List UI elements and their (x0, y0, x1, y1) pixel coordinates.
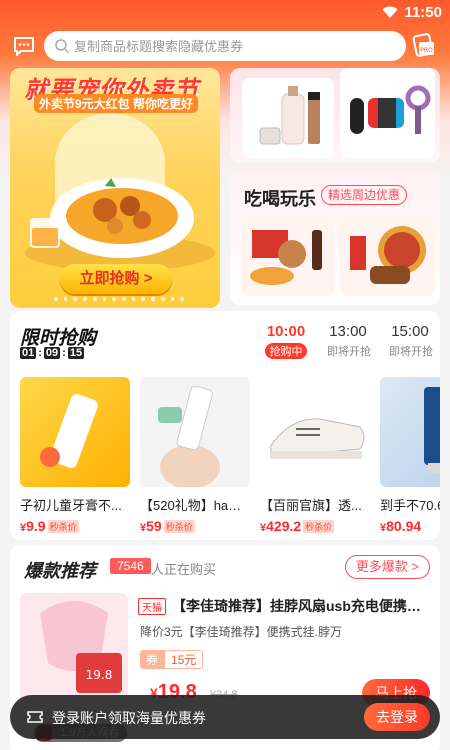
flash-product-list: 子初儿童牙膏不... ¥9.9 秒杀价 【520礼物】haa... ¥59 秒杀价 … (20, 377, 440, 537)
product-title: 【李佳琦推荐】挂脖风扇usb充电便携式... (172, 598, 432, 614)
product-price: ¥9.9 (20, 518, 46, 534)
time-slot-tabs: 10:00 抢购中 13:00 即将开抢 15:00 即将开抢 (265, 323, 433, 359)
login-prompt-text: 登录账户领取海量优惠券 (52, 710, 206, 726)
flash-sale-section: 限时抢购 01 : 09 : 15 10:00 抢购中 13:00 即将开抢 1… (10, 311, 440, 540)
coupon-icon[interactable]: PRO (412, 32, 436, 58)
pagination-dot (131, 297, 136, 301)
coupon-ticket-icon (27, 711, 43, 723)
countdown-hours: 01 (20, 347, 37, 359)
product-image (260, 377, 370, 487)
product-price-value: 59 (146, 518, 162, 534)
product-card[interactable]: 【百丽官旗】透... ¥429.2 秒杀价 (260, 377, 370, 537)
product-price: ¥429.2 (260, 518, 302, 534)
pagination-dot (54, 297, 58, 301)
pagination-dot (122, 297, 126, 301)
hot-section-title: 爆款推荐 (24, 561, 96, 581)
slot-status: 即将开抢 (327, 346, 371, 358)
svg-text:PRO: PRO (420, 47, 433, 54)
time-slot-tab[interactable]: 13:00 即将开抢 (327, 323, 371, 359)
pagination-dot (73, 297, 78, 301)
countdown-seconds: 15 (67, 347, 85, 359)
buyer-count-label: 人正在购买 (151, 562, 217, 577)
product-name: 子初儿童牙膏不... (20, 498, 122, 513)
search-input[interactable] (74, 37, 394, 55)
product-card[interactable]: 【520礼物】haa... ¥59 秒杀价 (140, 377, 250, 537)
countdown-timer: 01 : 09 : 15 (20, 347, 85, 359)
pizza-illustration (350, 226, 426, 284)
search-row: PRO (0, 29, 450, 65)
product-price: ¥59 (140, 518, 162, 534)
gadgets-illustration (350, 85, 431, 134)
status-bar: 11:50 (0, 0, 450, 26)
product-name: 【百丽官旗】透... (260, 498, 362, 513)
search-box[interactable] (44, 31, 406, 61)
buyer-count-badge: 7546 (110, 558, 151, 574)
promo-card-title: 吃喝玩乐 (244, 189, 316, 209)
message-icon[interactable] (12, 34, 36, 58)
slot-status: 即将开抢 (389, 346, 433, 358)
pagination-dot (112, 297, 117, 301)
promo-card-beauty[interactable] (230, 68, 440, 163)
promo-card-tag: 精选周边优惠 (321, 185, 408, 205)
slot-time: 10:00 (266, 323, 306, 340)
beauty-thumb-2 (340, 68, 435, 158)
product-tag: 秒杀价 (303, 519, 335, 533)
product-image (20, 377, 130, 487)
pagination-dot (102, 297, 107, 301)
countdown-separator: : (38, 347, 42, 359)
pagination-dot (160, 297, 165, 301)
promo-banner[interactable]: 就要宠你外卖节 外卖节9元大红包 帮你吃更好 立即抢购 > (10, 68, 220, 308)
product-name: 【520礼物】haa... (140, 498, 245, 513)
pagination-dot (141, 297, 146, 301)
pagination-dot (92, 297, 97, 301)
pagination-dot (83, 297, 87, 301)
flash-sale-title: 限时抢购 (20, 328, 97, 349)
countdown-separator: : (62, 347, 66, 359)
food-thumb-1 (242, 216, 334, 296)
beauty-thumb-1 (242, 78, 334, 158)
wifi-icon (382, 6, 398, 18)
login-button[interactable]: 去登录 (364, 703, 430, 731)
product-card[interactable]: 到手不70.6元 ¥80.94 (380, 377, 440, 537)
product-tag: 秒杀价 (47, 519, 79, 533)
product-price: ¥80.94 (380, 518, 422, 534)
slot-status: 抢购中 (265, 343, 307, 359)
pagination-dot (170, 297, 175, 301)
food-thumb-2 (340, 216, 435, 296)
coupon-label: 券 (140, 650, 165, 669)
status-time: 11:50 (404, 4, 442, 21)
pagination-dot (151, 297, 155, 301)
coupon-value: 15元 (164, 650, 204, 669)
slot-time: 13:00 (329, 323, 367, 340)
product-name: 到手不70.6元 (380, 498, 440, 513)
platform-badge: 天猫 (138, 598, 166, 615)
search-icon (55, 39, 70, 54)
pagination-dot (63, 297, 68, 301)
product-tag: 秒杀价 (163, 519, 195, 533)
product-image (380, 377, 440, 487)
time-slot-tab[interactable]: 15:00 即将开抢 (389, 323, 433, 359)
promo-card-food[interactable]: 吃喝玩乐 精选周边优惠 (230, 170, 440, 305)
product-image (140, 377, 250, 487)
product-desc: 降价3元【李佳琦推荐】便携式挂.脖万 (140, 625, 343, 639)
slot-time: 15:00 (391, 323, 429, 340)
coupon-badge: 券 15元 (140, 650, 204, 669)
product-image: 19.8 (20, 593, 128, 703)
product-price-value: 9.9 (26, 518, 46, 534)
banner-subtitle: 外卖节9元大红包 帮你吃更好 (34, 94, 199, 113)
countdown-minutes: 09 (43, 347, 61, 359)
product-price-value: 429.2 (266, 518, 302, 534)
banner-pagination (54, 297, 185, 301)
pagination-dot (180, 297, 185, 301)
svg-text:19.8: 19.8 (86, 668, 113, 682)
cosmetics-illustration (259, 86, 320, 145)
banner-buy-button[interactable]: 立即抢购 > (60, 264, 172, 294)
more-hot-button[interactable]: 更多爆款 > (344, 555, 430, 579)
time-slot-tab[interactable]: 10:00 抢购中 (265, 323, 307, 359)
product-price-value: 80.94 (386, 518, 422, 534)
snacks-illustration (250, 230, 322, 285)
product-card[interactable]: 子初儿童牙膏不... ¥9.9 秒杀价 (20, 377, 130, 537)
login-prompt-toast: 登录账户领取海量优惠券 去登录 (10, 695, 440, 739)
